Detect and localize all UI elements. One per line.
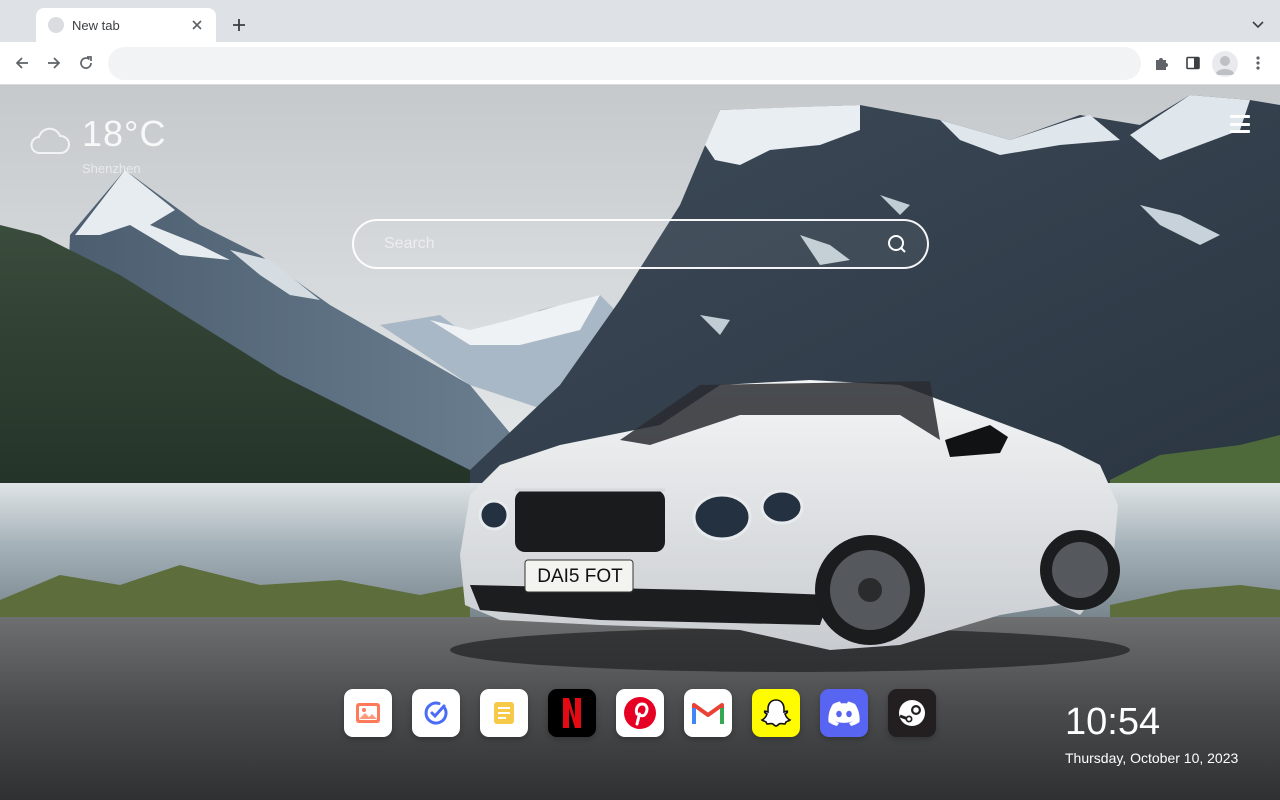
forward-arrow-icon[interactable] [40, 49, 68, 77]
snapchat-app-shortcut[interactable] [752, 689, 800, 737]
search-icon[interactable] [885, 232, 909, 256]
discord-icon [828, 701, 860, 726]
clock-widget: 10:54 Thursday, October 10, 2023 [1065, 702, 1247, 766]
new-tab-page: DAI5 FOT 18°C Shenzhen Search 10:54 Thur… [0, 85, 1280, 800]
tasks-app-shortcut[interactable] [412, 689, 460, 737]
netflix-app-shortcut[interactable] [548, 689, 596, 737]
discord-app-shortcut[interactable] [820, 689, 868, 737]
gmail-icon [692, 703, 724, 724]
app-shortcuts [344, 689, 936, 737]
kebab-menu-icon[interactable] [1244, 49, 1272, 77]
toolbar [0, 42, 1280, 85]
tab-title: New tab [72, 17, 120, 33]
tab-new-tab[interactable]: New tab [36, 8, 216, 42]
search-bar [352, 219, 929, 269]
weather-location: Shenzhen [82, 161, 141, 176]
pinterest-app-shortcut[interactable] [616, 689, 664, 737]
cloud-icon [30, 127, 70, 154]
steam-icon [899, 700, 925, 726]
snapchat-icon [760, 699, 792, 727]
new-tab-plus-icon[interactable] [227, 13, 251, 37]
profile-avatar-icon[interactable] [1212, 51, 1238, 77]
steam-app-shortcut[interactable] [888, 689, 936, 737]
pinterest-icon [624, 697, 656, 729]
clock-time: 10:54 [1065, 701, 1161, 743]
tab-favicon-icon [48, 17, 64, 33]
gmail-app-shortcut[interactable] [684, 689, 732, 737]
tab-search-chevron-icon[interactable] [1246, 13, 1270, 37]
back-arrow-icon[interactable] [8, 49, 36, 77]
reload-icon[interactable] [72, 49, 100, 77]
netflix-icon [563, 698, 581, 728]
hamburger-menu-icon[interactable] [1230, 115, 1250, 133]
photos-app-shortcut[interactable] [344, 689, 392, 737]
tab-close-icon[interactable] [188, 16, 206, 34]
check-circle-icon [424, 701, 448, 725]
search-input[interactable] [384, 235, 885, 253]
weather-temperature: 18°C [82, 113, 167, 154]
address-bar[interactable] [108, 47, 1141, 80]
clock-date: Thursday, October 10, 2023 [1065, 750, 1239, 766]
notes-app-shortcut[interactable] [480, 689, 528, 737]
license-plate-text: DAI5 FOT [537, 566, 623, 587]
image-icon [356, 703, 380, 723]
extensions-puzzle-icon[interactable] [1147, 49, 1175, 77]
side-panel-icon[interactable] [1179, 49, 1207, 77]
note-icon [494, 702, 514, 724]
tab-strip: New tab [0, 0, 1280, 42]
